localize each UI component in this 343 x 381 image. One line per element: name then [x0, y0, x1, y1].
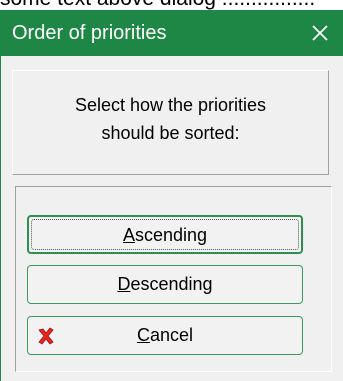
- close-button[interactable]: [305, 17, 335, 49]
- cancel-label-rest: ancel: [149, 325, 194, 345]
- ascending-button[interactable]: Ascending: [27, 215, 303, 254]
- cancel-button[interactable]: Cancel: [27, 316, 303, 355]
- background-text: some text above dialog ................: [0, 0, 315, 10]
- ascending-button-label: Ascending: [29, 225, 301, 246]
- ascending-label-rest: scending: [134, 225, 208, 245]
- cancel-button-label: Cancel: [28, 325, 302, 346]
- descending-button-label: Descending: [28, 274, 302, 295]
- window-title: Order of priorities: [12, 22, 167, 44]
- descending-button[interactable]: Descending: [27, 265, 303, 304]
- close-icon: [312, 25, 328, 41]
- cancel-mnemonic: C: [136, 325, 150, 345]
- message-line-2: should be sorted:: [101, 123, 240, 143]
- background-text-fragment: some text above dialog ................: [0, 0, 343, 10]
- message-line-1: Select how the priorities: [74, 95, 267, 115]
- ascending-mnemonic: A: [122, 225, 135, 245]
- message-panel: Select how the priorities should be sort…: [12, 70, 329, 175]
- descending-mnemonic: D: [117, 274, 131, 294]
- descending-label-rest: escending: [130, 274, 213, 294]
- order-of-priorities-dialog: Order of priorities Select how the prior…: [0, 10, 343, 381]
- titlebar[interactable]: Order of priorities: [1, 10, 343, 56]
- screen: some text above dialog ................ …: [0, 0, 343, 381]
